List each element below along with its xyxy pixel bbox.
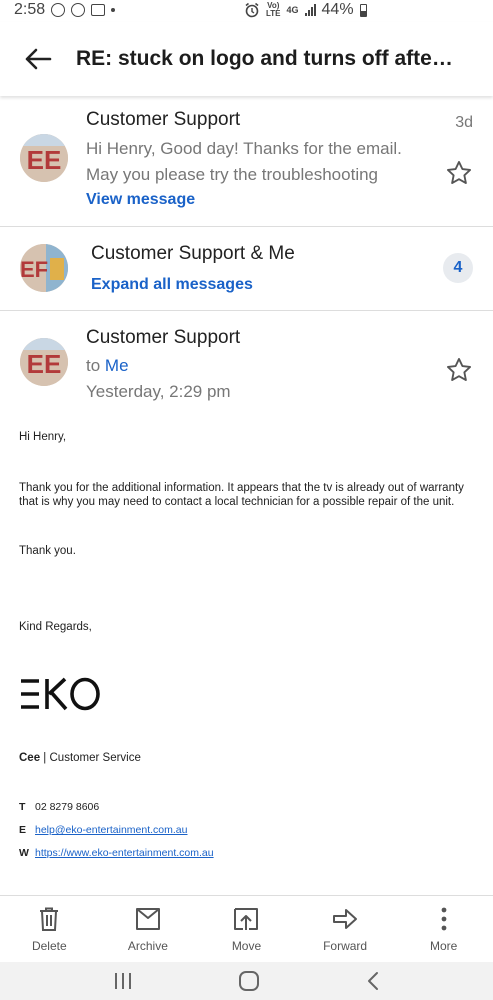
move-button[interactable]: Move <box>197 896 296 961</box>
contact-phone: T 02 8279 8606 <box>19 801 100 813</box>
whatsapp-icon <box>51 3 66 17</box>
battery-percent: 44% <box>321 1 354 18</box>
back-nav-icon[interactable] <box>365 971 381 991</box>
sender-name: Customer Support <box>86 327 241 348</box>
battery-icon <box>359 3 367 17</box>
email-greeting: Hi Henry, <box>19 431 67 443</box>
contact-website: W https://www.eko-entertainment.com.au <box>19 847 214 859</box>
forward-icon <box>333 909 358 929</box>
sender-name: Customer Support <box>86 109 241 130</box>
avatar: EE <box>20 134 68 182</box>
recipient-name[interactable]: Me <box>105 356 129 375</box>
star-icon[interactable] <box>445 356 473 384</box>
eko-logo <box>21 677 100 711</box>
delete-button[interactable]: Delete <box>0 896 99 961</box>
gen-label: 4G <box>286 5 299 15</box>
email-paragraph: Thank you for the additional information… <box>19 482 464 508</box>
archive-button[interactable]: Archive <box>99 896 198 961</box>
expand-all-link[interactable]: Expand all messages <box>91 276 253 294</box>
star-icon[interactable] <box>445 159 473 187</box>
system-nav-bar <box>0 962 493 1000</box>
app-icon <box>71 3 86 17</box>
network-label: Vo) LTE <box>266 1 281 18</box>
calendar-icon <box>91 4 106 16</box>
contact-email: E help@eko-entertainment.com.au <box>19 824 188 836</box>
avatar: EF <box>20 244 68 292</box>
more-vertical-icon <box>441 907 447 931</box>
move-icon <box>234 908 259 930</box>
signature-name: Cee <box>19 752 41 764</box>
back-arrow-icon <box>25 48 52 70</box>
view-message-link[interactable]: View message <box>86 191 195 209</box>
archive-icon <box>135 908 160 930</box>
forward-button[interactable]: Forward <box>296 896 395 961</box>
bottom-toolbar: Delete Archive Move Forward More <box>0 895 493 961</box>
status-icons: Vo) LTE 4G 44% <box>244 0 367 20</box>
email-thanks: Thank you. <box>19 545 76 557</box>
website-link[interactable]: https://www.eko-entertainment.com.au <box>35 847 214 859</box>
signature-line: Cee | Customer Service <box>19 751 479 765</box>
message-snippet: Hi Henry, Good day! Thanks for the email… <box>86 139 402 184</box>
notification-dot-icon <box>111 8 116 12</box>
email-regards: Kind Regards, <box>19 621 92 633</box>
svg-text:EE: EE <box>27 349 62 379</box>
message-group-row[interactable]: EF Customer Support & Me Expand all mess… <box>0 227 493 311</box>
app-header: RE: stuck on logo and turns off after ..… <box>0 22 493 96</box>
trash-icon <box>40 907 59 931</box>
svg-text:EF: EF <box>20 257 48 282</box>
message-date: 3d <box>455 114 473 131</box>
status-time: 2:58 <box>14 1 46 18</box>
signature-role: | Customer Service <box>40 752 141 764</box>
page-title: RE: stuck on logo and turns off after ..… <box>76 47 461 70</box>
recent-apps-icon[interactable] <box>112 972 134 990</box>
back-button[interactable] <box>0 22 76 96</box>
message-count-badge: 4 <box>443 253 473 283</box>
alarm-icon <box>245 2 259 18</box>
svg-text:EE: EE <box>27 145 62 175</box>
recipient-line[interactable]: to Me <box>86 356 129 376</box>
signal-icon <box>304 4 316 16</box>
expanded-message: EE Customer Support to Me Yesterday, 2:2… <box>0 311 493 421</box>
email-link[interactable]: help@eko-entertainment.com.au <box>35 824 188 836</box>
message-timestamp: Yesterday, 2:29 pm <box>86 382 231 401</box>
sender-name: Customer Support & Me <box>91 243 295 264</box>
message-row[interactable]: EE Customer Support 3d Hi Henry, Good da… <box>0 96 493 227</box>
home-icon[interactable] <box>237 969 261 993</box>
avatar: EE <box>20 338 68 386</box>
more-button[interactable]: More <box>394 896 493 961</box>
